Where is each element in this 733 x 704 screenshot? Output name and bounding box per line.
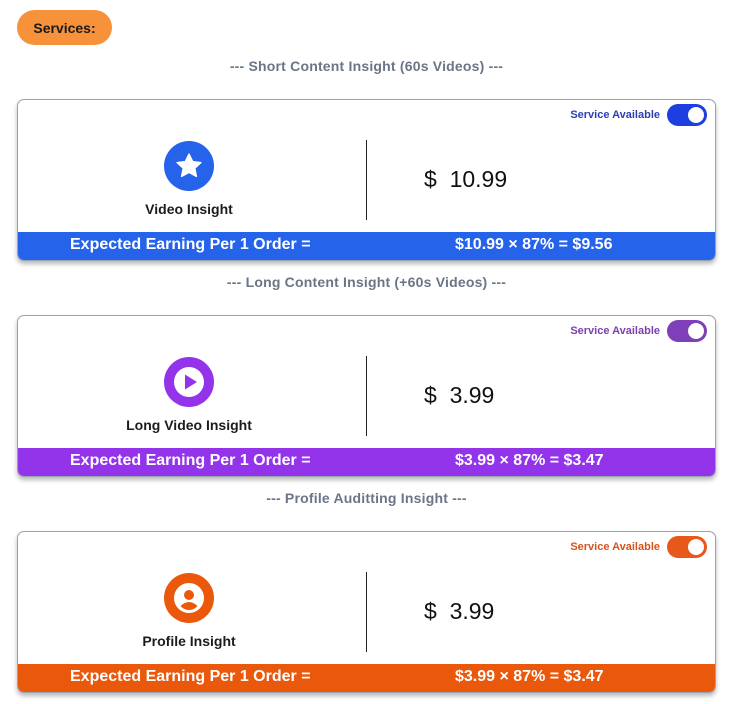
service-price: $ 3.99	[424, 382, 495, 408]
expected-earning-bar: Expected Earning Per 1 Order = $3.99 × 8…	[18, 448, 715, 476]
service-price: $ 3.99	[424, 598, 495, 624]
expected-earning-label: Expected Earning Per 1 Order =	[70, 452, 311, 469]
service-available-toggle[interactable]	[667, 536, 707, 558]
service-available-toggle[interactable]	[667, 104, 707, 126]
expected-earning-calculation: $3.99 × 87% = $3.47	[455, 452, 604, 469]
service-available-label: Service Available	[570, 325, 660, 337]
service-card-long-video-insight: Service Available Long Video Insight $ 3…	[17, 315, 716, 477]
service-card-video-insight: Service Available Video Insight $ 10.99 …	[17, 99, 716, 261]
user-icon	[164, 573, 214, 623]
section-heading-short: --- Short Content Insight (60s Videos) -…	[229, 58, 504, 74]
service-available-toggle[interactable]	[667, 320, 707, 342]
expected-earning-bar: Expected Earning Per 1 Order = $10.99 × …	[18, 232, 715, 260]
service-available-label: Service Available	[570, 541, 660, 553]
expected-earning-label: Expected Earning Per 1 Order =	[70, 236, 311, 253]
service-card-profile-insight: Service Available Profile Insight $ 3.99…	[17, 531, 716, 693]
play-icon	[164, 357, 214, 407]
service-name: Video Insight	[145, 201, 233, 217]
service-info: Video Insight	[18, 100, 362, 233]
expected-earning-label: Expected Earning Per 1 Order =	[70, 668, 311, 685]
divider	[366, 572, 367, 652]
service-info: Profile Insight	[18, 532, 362, 665]
expected-earning-bar: Expected Earning Per 1 Order = $3.99 × 8…	[18, 664, 715, 692]
services-label: Services:	[17, 10, 112, 45]
service-info: Long Video Insight	[18, 316, 362, 449]
divider	[366, 356, 367, 436]
star-icon	[164, 141, 214, 191]
service-name: Profile Insight	[142, 633, 236, 649]
service-availability: Service Available	[570, 320, 707, 342]
service-name: Long Video Insight	[126, 417, 252, 433]
section-heading-long: --- Long Content Insight (+60s Videos) -…	[226, 274, 507, 290]
expected-earning-calculation: $10.99 × 87% = $9.56	[455, 236, 613, 253]
service-price: $ 10.99	[424, 166, 508, 192]
expected-earning-calculation: $3.99 × 87% = $3.47	[455, 668, 604, 685]
service-availability: Service Available	[570, 104, 707, 126]
section-heading-profile: --- Profile Auditting Insight ---	[266, 490, 467, 506]
divider	[366, 140, 367, 220]
service-available-label: Service Available	[570, 109, 660, 121]
service-availability: Service Available	[570, 536, 707, 558]
